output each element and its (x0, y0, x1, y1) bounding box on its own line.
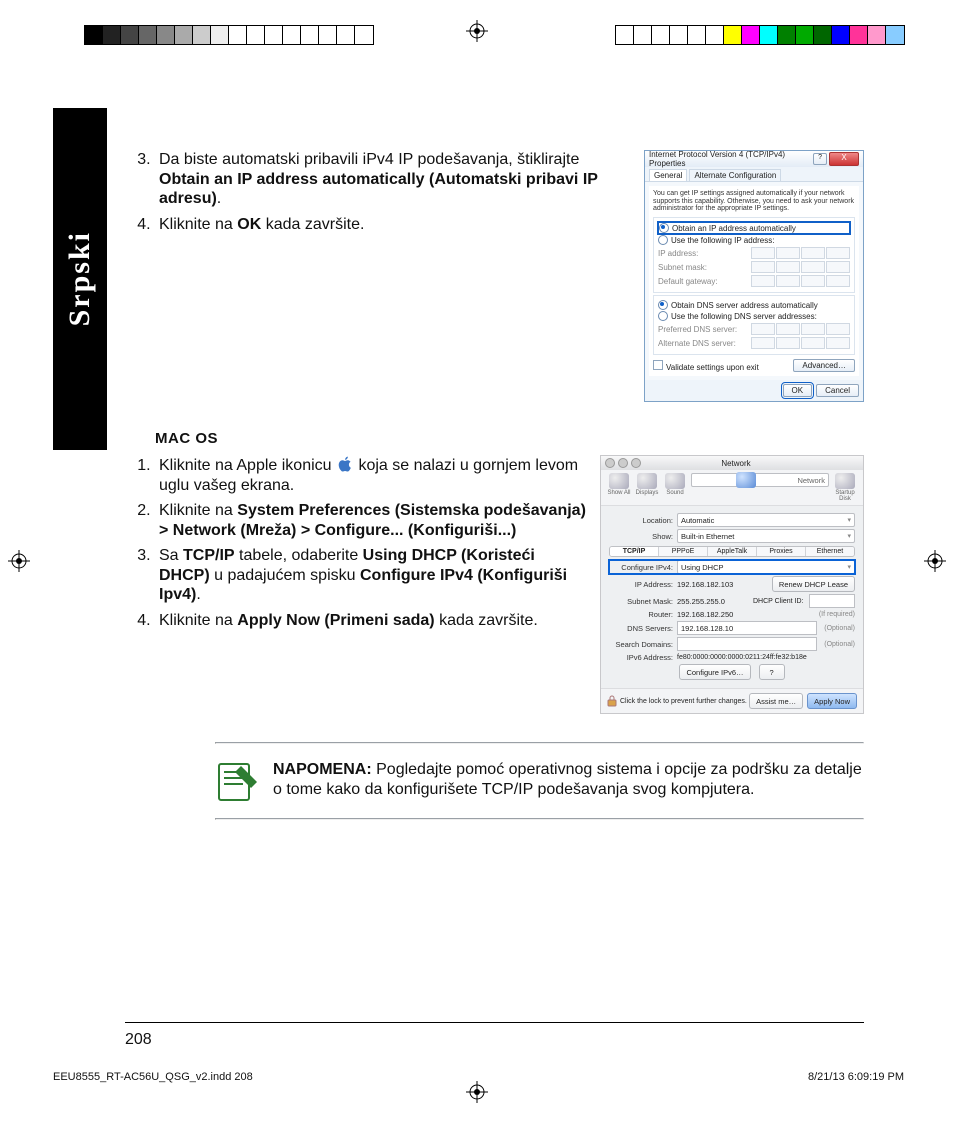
pref-tool-icon (835, 473, 855, 489)
language-tab: Srpski (53, 108, 107, 450)
registration-mark-icon (8, 550, 30, 572)
macos-heading: MAC OS (155, 430, 864, 447)
macos-dialog-title: Network (644, 459, 828, 468)
renew-dhcp-lease-button[interactable]: Renew DHCP Lease (772, 576, 855, 592)
show-select[interactable]: Built-in Ethernet▾ (677, 529, 855, 543)
windows-dialog-title: Internet Protocol Version 4 (TCP/IPv4) P… (649, 150, 813, 168)
lock-hint: Click the lock to prevent further change… (620, 698, 747, 705)
ip-address-label: IP address: (658, 249, 698, 258)
macos-tabs: TCP/IPPPPoEAppleTalkProxiesEthernet (609, 546, 855, 557)
pref-tool-icon (609, 473, 629, 489)
pref-tool-startup-disk[interactable]: Startup Disk (833, 473, 857, 502)
print-footer: EEU8555_RT-AC56U_QSG_v2.indd 208 8/21/13… (53, 1071, 904, 1083)
registration-mark-icon (466, 1081, 488, 1103)
search-domains-input[interactable] (677, 637, 817, 651)
default-gateway-label: Default gateway: (658, 277, 718, 286)
tab-ethernet[interactable]: Ethernet (806, 547, 854, 556)
window-dot-icon (605, 458, 615, 468)
tab-general[interactable]: General (649, 169, 687, 181)
radio-icon (658, 311, 668, 321)
steps-list-macos: Kliknite na Apple ikonicu koja se nalazi… (125, 455, 586, 630)
steps-list-windows: Da biste automatski pribavili iPv4 IP po… (125, 150, 630, 234)
footer-file: EEU8555_RT-AC56U_QSG_v2.indd 208 (53, 1071, 253, 1083)
dhcp-client-id-input[interactable] (809, 594, 855, 608)
apple-icon (336, 455, 354, 473)
radio-icon (658, 235, 668, 245)
dialog-help-text: You can get IP settings assigned automat… (653, 190, 855, 213)
advanced-button[interactable]: Advanced… (793, 359, 855, 372)
pref-tool-icon (665, 473, 685, 489)
note-box: NAPOMENA: Pogledajte pomoć operativnog s… (215, 760, 864, 804)
pref-tool-sound[interactable]: Sound (663, 473, 687, 502)
help-button[interactable]: ? (813, 153, 827, 165)
registration-mark-icon (924, 550, 946, 572)
configure-ipv4-select[interactable]: Using DHCP▾ (677, 560, 855, 574)
note-icon (215, 760, 259, 804)
pref-tool-network[interactable]: Network (691, 473, 829, 487)
note-label: NAPOMENA: (273, 761, 372, 778)
windows-tcpip-dialog: Internet Protocol Version 4 (TCP/IPv4) P… (644, 150, 864, 402)
router-value: 192.168.182.250 (677, 610, 815, 619)
radio-obtain-dns-auto[interactable]: Obtain DNS server address automatically (658, 300, 850, 310)
radio-use-following-ip[interactable]: Use the following IP address: (658, 235, 850, 245)
list-item: Kliknite na Apple ikonicu koja se nalazi… (155, 455, 586, 495)
list-item: Kliknite na Apply Now (Primeni sada) kad… (155, 611, 586, 631)
radio-use-following-dns[interactable]: Use the following DNS server addresses: (658, 311, 850, 321)
registration-mark-icon (466, 20, 488, 42)
list-item: Sa TCP/IP tabele, odaberite Using DHCP (… (155, 546, 586, 605)
page-number: 208 (125, 1031, 152, 1049)
dns-servers-input[interactable]: 192.168.128.10 (677, 621, 817, 635)
checkbox-validate[interactable] (653, 360, 663, 370)
window-dot-icon (618, 458, 628, 468)
divider (215, 742, 864, 744)
lock-icon[interactable] (607, 695, 617, 707)
cancel-button[interactable]: Cancel (816, 384, 859, 397)
ipv6-address-value: fe80:0000:0000:0000:0211:24ff:fe32:b18e (677, 654, 855, 661)
radio-obtain-ip-auto[interactable]: Obtain an IP address automatically (658, 222, 850, 234)
macos-pref-toolbar: Show AllDisplaysSound Network Startup Disk (601, 470, 863, 506)
footer-time: 8/21/13 6:09:19 PM (808, 1071, 904, 1083)
language-tab-label: Srpski (63, 231, 97, 326)
tab-alternate-configuration[interactable]: Alternate Configuration (689, 169, 781, 181)
location-select[interactable]: Automatic▾ (677, 513, 855, 527)
apply-now-button[interactable]: Apply Now (807, 693, 857, 709)
assist-me-button[interactable]: Assist me… (749, 693, 803, 709)
preferred-dns-label: Preferred DNS server: (658, 325, 737, 334)
window-dot-icon (631, 458, 641, 468)
pref-tool-show-all[interactable]: Show All (607, 473, 631, 502)
ok-button[interactable]: OK (783, 384, 813, 397)
macos-network-dialog: Network Show AllDisplaysSound Network Star… (600, 455, 864, 714)
pref-tool-displays[interactable]: Displays (635, 473, 659, 502)
divider (215, 818, 864, 820)
radio-icon (658, 300, 668, 310)
page-rule (125, 1022, 864, 1023)
print-color-bar-left (85, 26, 373, 44)
tab-tcp/ip[interactable]: TCP/IP (610, 547, 659, 556)
tab-proxies[interactable]: Proxies (757, 547, 806, 556)
help-button[interactable]: ? (759, 664, 785, 680)
close-button[interactable]: X (829, 152, 859, 166)
configure-ipv6-button[interactable]: Configure IPv6… (679, 664, 750, 680)
list-item: Kliknite na System Preferences (Sistemsk… (155, 501, 586, 540)
pref-tool-icon (736, 472, 756, 488)
pref-tool-icon (637, 473, 657, 489)
radio-icon (659, 223, 669, 233)
ip-address-value: 192.168.182.103 (677, 580, 768, 589)
list-item: Kliknite na OK kada završite. (155, 215, 630, 235)
alternate-dns-label: Alternate DNS server: (658, 339, 736, 348)
tab-pppoe[interactable]: PPPoE (659, 547, 708, 556)
subnet-mask-value: 255.255.255.0 (677, 597, 743, 606)
print-color-bar-right (616, 26, 904, 44)
tab-appletalk[interactable]: AppleTalk (708, 547, 757, 556)
subnet-mask-label: Subnet mask: (658, 263, 707, 272)
list-item: Da biste automatski pribavili iPv4 IP po… (155, 150, 630, 209)
